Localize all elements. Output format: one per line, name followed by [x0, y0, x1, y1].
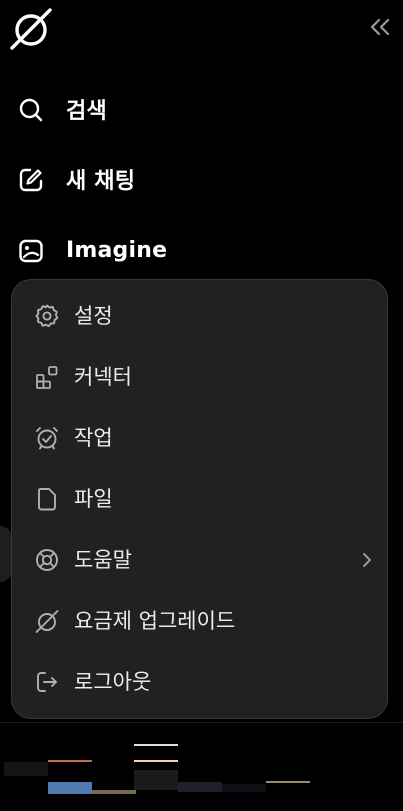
account-menu: 설정 커넥터 작업 파일 도움말 요금제 업그레이드 로그아웃 [11, 279, 388, 719]
nav-new-chat-label: 새 채팅 [66, 169, 136, 194]
nav-search[interactable]: 검색 [0, 85, 280, 133]
menu-item-label: 파일 [74, 487, 113, 511]
nav-imagine-label: Imagine [66, 237, 168, 263]
grok-logo-icon[interactable] [10, 6, 52, 50]
menu-item-label: 설정 [74, 304, 113, 328]
lifebuoy-icon [34, 547, 60, 573]
menu-item-label: 요금제 업그레이드 [74, 609, 236, 633]
menu-item-help[interactable]: 도움말 [12, 534, 387, 586]
menu-item-logout[interactable]: 로그아웃 [12, 656, 387, 708]
menu-item-label: 도움말 [74, 548, 132, 572]
grok-logo-icon [34, 608, 60, 634]
chevron-right-icon [360, 550, 374, 570]
app-sidebar: 검색 새 채팅 Imagine 설정 커넥터 작업 파일 도움말 요금제 업그레… [0, 0, 403, 811]
menu-item-files[interactable]: 파일 [12, 473, 387, 525]
menu-item-label: 로그아웃 [74, 670, 152, 694]
menu-item-settings[interactable]: 설정 [12, 290, 387, 342]
menu-item-tasks[interactable]: 작업 [12, 412, 387, 464]
file-icon [34, 486, 60, 512]
collapse-sidebar-icon[interactable] [369, 16, 391, 38]
connectors-icon [34, 364, 60, 390]
image-icon [18, 238, 44, 264]
gear-icon [34, 303, 60, 329]
edit-icon [18, 167, 44, 193]
logout-icon [34, 669, 60, 695]
nav-new-chat[interactable]: 새 채팅 [0, 155, 280, 203]
alarm-check-icon [34, 425, 60, 451]
bottom-divider [0, 722, 403, 723]
menu-item-upgrade-plan[interactable]: 요금제 업그레이드 [12, 595, 387, 647]
menu-item-connectors[interactable]: 커넥터 [12, 351, 387, 403]
nav-imagine[interactable]: Imagine [0, 226, 280, 274]
search-icon [18, 97, 44, 123]
nav-search-label: 검색 [66, 99, 107, 124]
menu-item-label: 커넥터 [74, 365, 132, 389]
menu-item-label: 작업 [74, 426, 113, 450]
